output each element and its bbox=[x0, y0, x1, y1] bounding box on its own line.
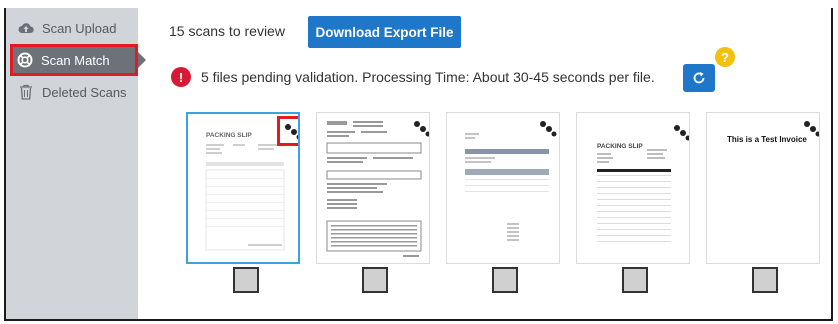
scan-thumbnail-1[interactable]: PACKING SLIP bbox=[186, 112, 300, 264]
main-panel: 15 scans to review Download Export File … bbox=[138, 8, 831, 319]
sidebar-item-deleted-scans[interactable]: Deleted Scans bbox=[12, 76, 138, 108]
sidebar-item-scan-match[interactable]: Scan Match bbox=[10, 44, 138, 76]
options-dots-button[interactable] bbox=[411, 117, 429, 139]
app-frame: Scan Upload Scan Match Deleted Scans 15 … bbox=[4, 8, 833, 321]
select-checkbox-5[interactable] bbox=[752, 267, 778, 293]
cloud-upload-icon bbox=[16, 22, 36, 34]
scan-thumbnail-3[interactable] bbox=[446, 112, 560, 264]
dots-icon bbox=[804, 121, 819, 137]
sidebar-item-scan-upload[interactable]: Scan Upload bbox=[12, 12, 138, 44]
doc-title: This is a Test Invoice bbox=[727, 135, 807, 144]
download-export-button[interactable]: Download Export File bbox=[308, 16, 461, 48]
sidebar-item-label: Deleted Scans bbox=[42, 84, 127, 100]
options-dots-button[interactable] bbox=[277, 116, 298, 146]
options-dots-button[interactable] bbox=[537, 117, 559, 139]
pending-validation-message: 5 files pending validation. Processing T… bbox=[201, 69, 655, 85]
select-checkbox-4[interactable] bbox=[622, 267, 648, 293]
refresh-button[interactable] bbox=[683, 64, 715, 92]
select-checkbox-3[interactable] bbox=[492, 267, 518, 293]
dots-icon bbox=[674, 125, 689, 141]
alert-icon: ! bbox=[171, 67, 191, 87]
dots-icon bbox=[414, 121, 429, 137]
scan-thumbnail-4[interactable]: PACKING SLIP bbox=[576, 112, 690, 264]
options-dots-button[interactable] bbox=[801, 117, 819, 139]
sidebar-item-label: Scan Match bbox=[41, 52, 110, 68]
dots-icon bbox=[540, 121, 557, 137]
sidebar: Scan Upload Scan Match Deleted Scans bbox=[6, 8, 138, 319]
scan-count-text: 15 scans to review bbox=[169, 23, 285, 39]
dots-icon bbox=[285, 124, 298, 140]
trash-icon bbox=[16, 84, 36, 100]
scan-thumbnail-2[interactable] bbox=[316, 112, 430, 264]
refresh-icon bbox=[693, 72, 705, 84]
select-checkbox-2[interactable] bbox=[362, 267, 388, 293]
lifebuoy-icon bbox=[15, 52, 35, 68]
options-dots-button[interactable] bbox=[671, 121, 689, 143]
select-checkbox-1[interactable] bbox=[233, 267, 259, 293]
sidebar-item-label: Scan Upload bbox=[42, 20, 117, 36]
scan-thumbnail-5[interactable]: This is a Test Invoice bbox=[706, 112, 820, 264]
help-icon[interactable]: ? bbox=[715, 47, 735, 67]
